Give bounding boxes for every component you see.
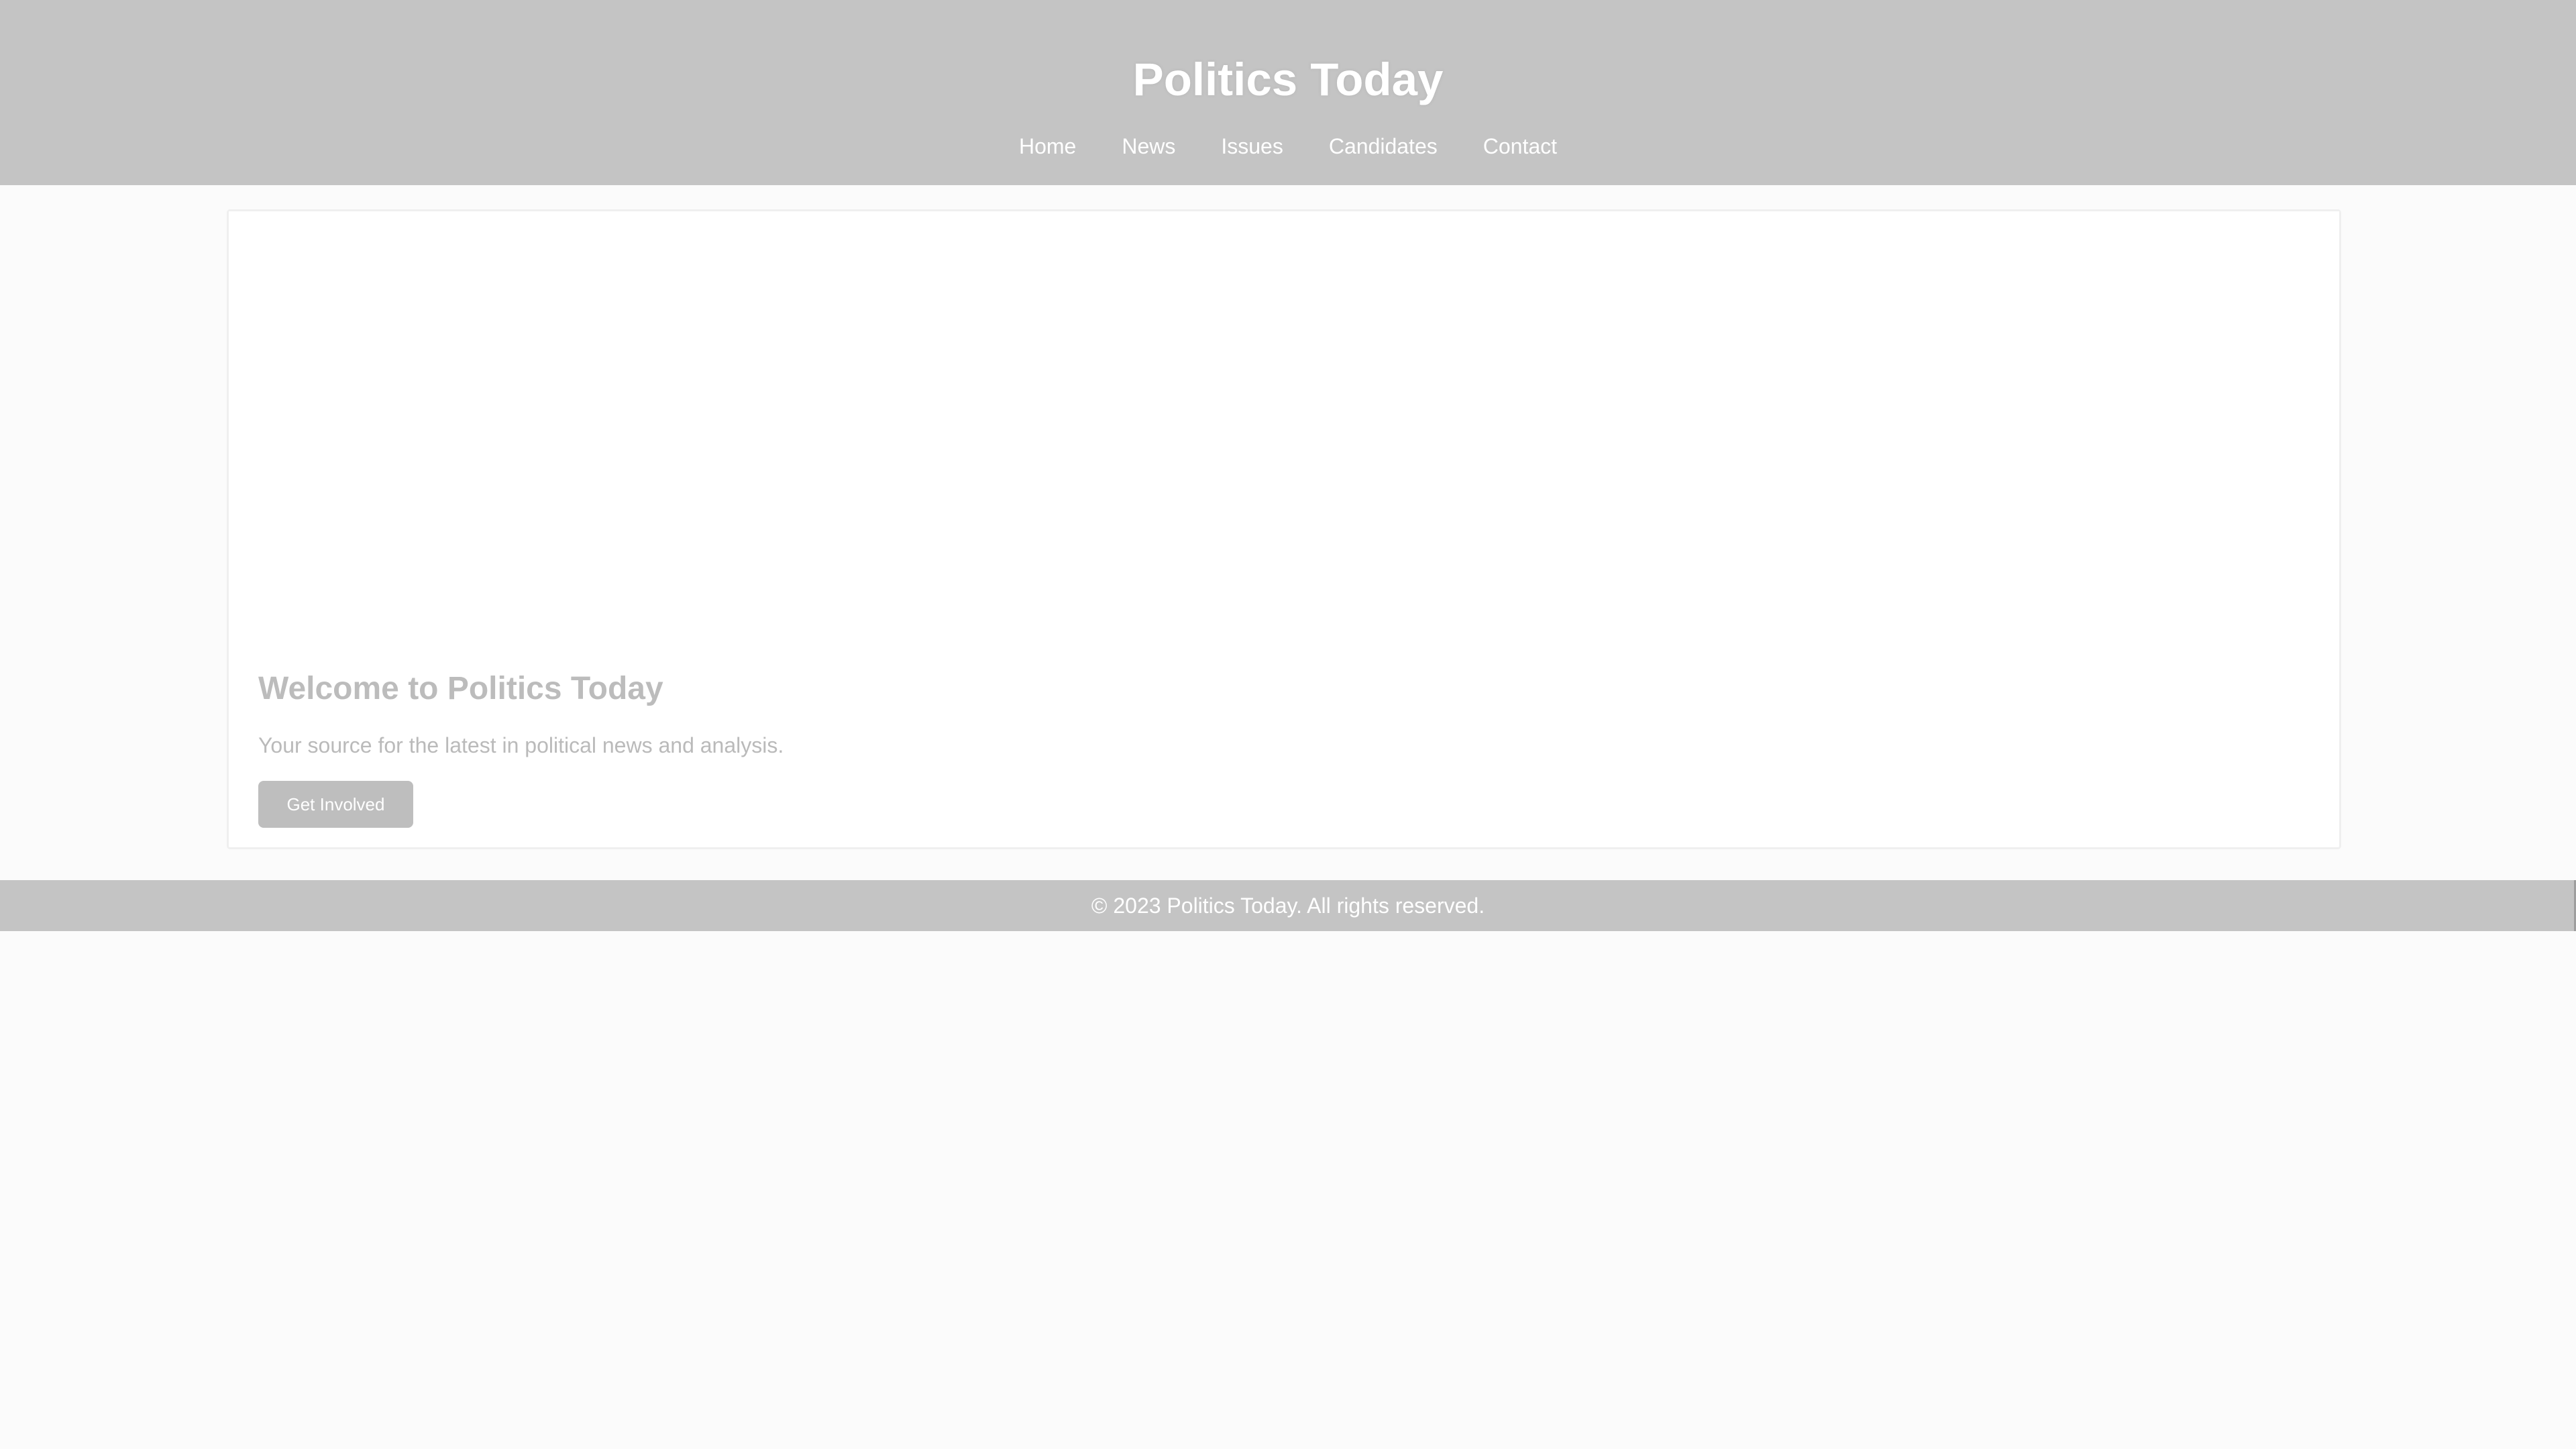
hero-title: Welcome to Politics Today [258,671,663,706]
hero-description: Your source for the latest in political … [258,733,784,757]
nav-link-contact[interactable]: Contact [1483,130,1557,162]
nav-link-issues[interactable]: Issues [1221,130,1283,162]
site-title: Politics Today [1132,54,1444,105]
site-header: Politics Today Home News Issues Candidat… [0,0,2576,185]
site-footer: © 2023 Politics Today. All rights reserv… [0,880,2576,931]
hero-card: Welcome to Politics Today Your source fo… [227,209,2341,849]
nav-link-news[interactable]: News [1122,130,1175,162]
hero-image [229,211,2339,641]
nav-link-home[interactable]: Home [1019,130,1076,162]
main-nav: Home News Issues Candidates Contact [0,130,2576,162]
nav-link-candidates[interactable]: Candidates [1329,130,1438,162]
copyright-text: © 2023 Politics Today. All rights reserv… [1091,894,1485,918]
get-involved-button[interactable]: Get Involved [258,781,413,828]
